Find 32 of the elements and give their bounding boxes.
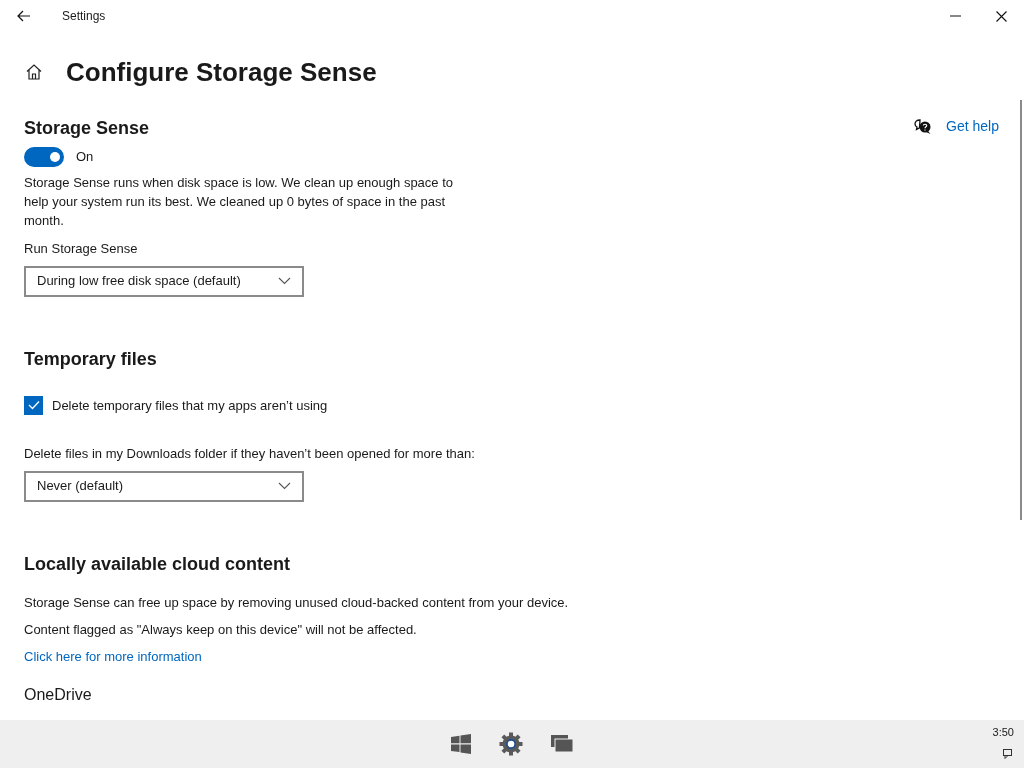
dropdown[interactable]: During low free disk space (default): [24, 265, 304, 297]
section-heading: OneDrive: [24, 685, 93, 702]
description-text: Storage Sense can free up space by removing unused cloud-backed content from your device.: [24, 593, 570, 612]
chevron-icon: [278, 482, 291, 490]
task-view-icon[interactable]: [551, 735, 573, 753]
section-heading: Storage Sense: [24, 117, 151, 140]
minimize-icon: [949, 15, 961, 17]
toggle-label: On: [76, 148, 94, 167]
chevron-icon: [278, 277, 291, 285]
window-title: Settings: [62, 8, 106, 25]
checkbox[interactable]: [24, 395, 43, 415]
help-chat-icon: [914, 118, 933, 135]
description-text: Storage Sense runs when disk space is low. We clean up enough space to help your system run its best. We cleaned up 0 bytes of space in the past month.: [24, 174, 455, 230]
dropdown[interactable]: Never (default): [24, 470, 304, 502]
page-title: Configure Storage Sense: [66, 55, 377, 89]
field-label: Run Storage Sense: [24, 240, 139, 258]
section-heading: Locally available cloud content: [24, 552, 292, 576]
more-info-link[interactable]: Click here for more information: [24, 646, 202, 666]
clock: 3:50: [992, 726, 1014, 739]
section-heading: Temporary files: [24, 347, 158, 371]
description-text: Content flagged as "Always keep on this device" will not be affected.: [24, 620, 418, 639]
home-icon[interactable]: [25, 63, 43, 81]
notification-icon[interactable]: [1003, 749, 1012, 759]
get-help-link[interactable]: Get help: [914, 116, 999, 137]
field-label: Delete files in my Downloads folder if they haven’t been opened for more than:: [24, 445, 476, 463]
gear-icon[interactable]: [499, 732, 523, 756]
checkbox-label: Delete temporary files that my apps aren’t using: [52, 396, 328, 415]
checkmark-icon: [27, 400, 40, 411]
close-icon: [995, 10, 1007, 22]
back-arrow-icon: [17, 10, 31, 22]
windows-start-icon[interactable]: [451, 734, 471, 754]
toggle-switch[interactable]: [24, 147, 64, 167]
